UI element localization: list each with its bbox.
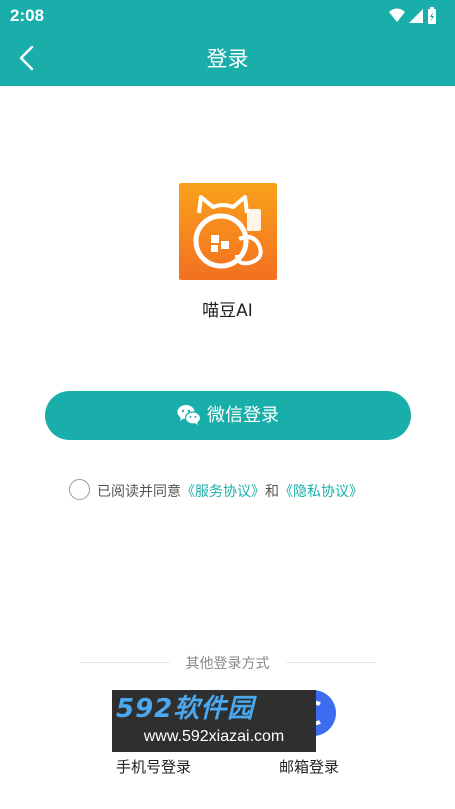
agreement-text: 已阅读并同意《服务协议》和《隐私协议》 xyxy=(97,481,363,501)
watermark-overlay: 592软件园 www.592xiazai.com xyxy=(112,690,316,752)
status-bar: 2:08 xyxy=(0,0,455,32)
wechat-login-label: 微信登录 xyxy=(207,405,279,426)
agreement-conjunction: 和 xyxy=(265,484,279,500)
agreement-prefix: 已阅读并同意 xyxy=(97,484,181,500)
privacy-agreement-link[interactable]: 《隐私协议》 xyxy=(279,484,363,500)
email-login-label: 邮箱登录 xyxy=(279,758,340,776)
wechat-login-button[interactable]: 微信登录 xyxy=(45,391,411,440)
agreement-checkbox[interactable] xyxy=(69,479,90,500)
agreement-row: 已阅读并同意《服务协议》和《隐私协议》 xyxy=(69,479,409,501)
status-time: 2:08 xyxy=(10,6,45,25)
divider-right xyxy=(286,662,376,663)
wechat-icon xyxy=(177,405,201,425)
cellular-icon xyxy=(409,9,423,23)
wifi-icon xyxy=(389,8,405,22)
phone-login-label: 手机号登录 xyxy=(116,758,192,776)
watermark-title: 592软件园 xyxy=(116,694,255,724)
status-icons xyxy=(389,7,436,24)
page-title: 登录 xyxy=(206,47,249,71)
header: 2:08 登录 xyxy=(0,0,455,86)
app-bar: 登录 xyxy=(0,32,455,86)
other-login-title: 其他登录方式 xyxy=(185,656,270,672)
back-chevron-left-icon[interactable] xyxy=(12,42,44,74)
app-name: 喵豆AI xyxy=(202,301,253,321)
watermark-url: www.592xiazai.com xyxy=(143,728,285,745)
battery-icon xyxy=(428,7,436,24)
service-agreement-link[interactable]: 《服务协议》 xyxy=(181,484,265,500)
cat-logo-icon xyxy=(179,183,277,280)
